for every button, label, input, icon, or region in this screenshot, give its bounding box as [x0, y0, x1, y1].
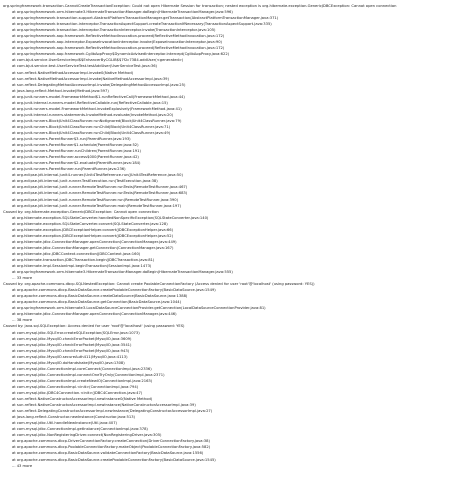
stack-trace-text: org.springframework.transaction.CannotCr…: [0, 0, 474, 486]
stack-frame-line: ... 43 more: [12, 463, 33, 468]
